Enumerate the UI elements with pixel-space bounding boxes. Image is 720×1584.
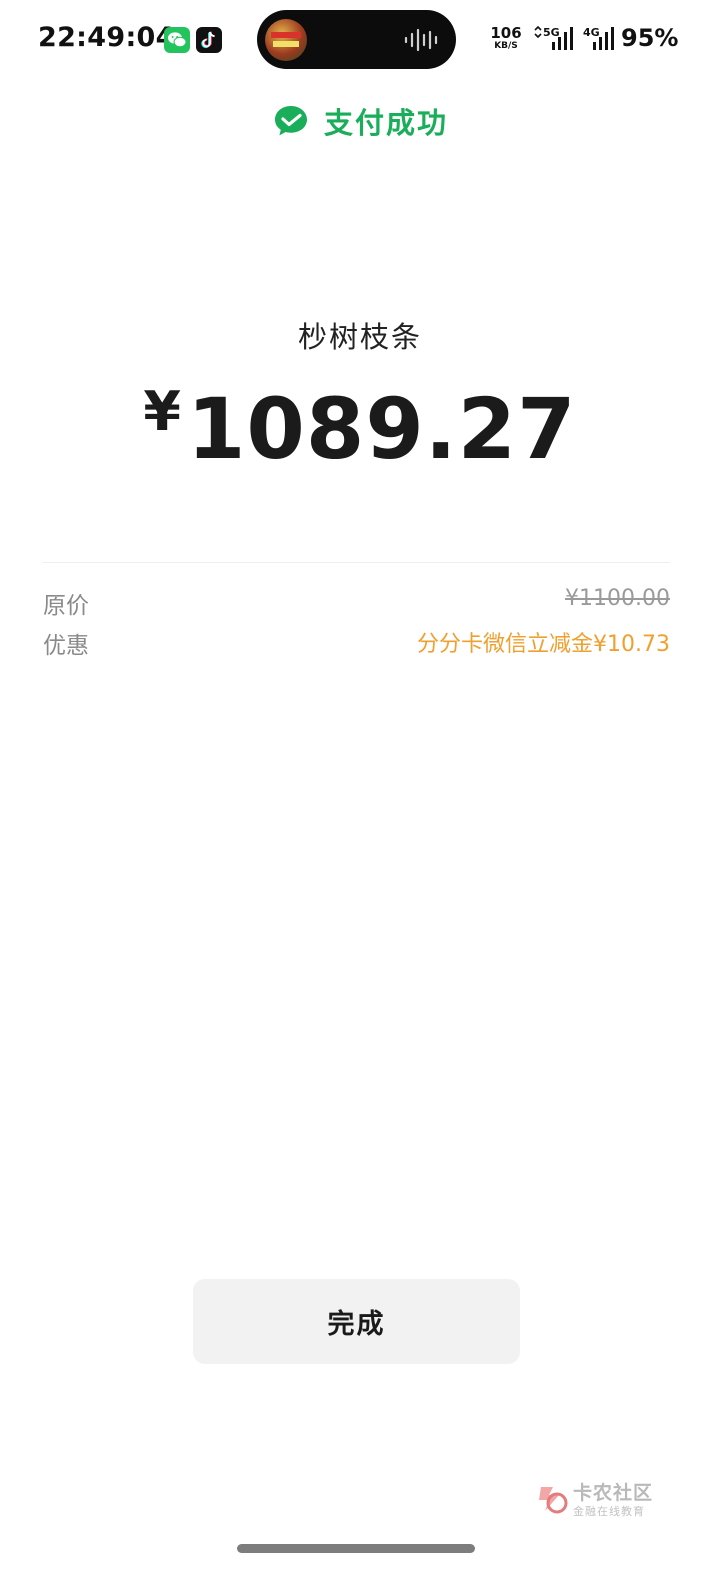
watermark-logo-icon [539,1487,568,1514]
signal-4g-label: 4G [583,26,600,39]
media-thumbnail [265,19,307,61]
currency-symbol: ¥ [143,380,181,443]
battery-level: 95% [621,24,679,52]
wechat-pay-icon [274,106,307,136]
status-bar: 22:49:04 106 KB/S 5G 4G 95% [0,0,720,80]
home-indicator[interactable] [237,1544,475,1553]
original-price-row: 原价 ¥1100.00 [43,586,670,620]
network-speed-unit: KB/S [494,41,518,51]
douyin-icon [196,27,222,53]
payment-amount: ¥1089.27 [0,380,720,478]
audio-wave-icon [404,28,438,52]
merchant-name: 杪树枝条 [297,320,422,354]
watermark-title: 卡农社区 [573,1482,654,1504]
original-price-value: ¥1100.00 [565,586,670,611]
discount-row: 优惠 分分卡微信立减金¥10.73 [43,626,670,660]
discount-label: 优惠 [43,633,89,659]
network-speed-value: 106 [490,24,522,42]
status-time: 22:49:04 [38,22,175,53]
discount-value: 分分卡微信立减金¥10.73 [417,632,670,657]
dynamic-island[interactable] [257,10,456,69]
payment-success-header: 支付成功 [0,100,720,142]
wechat-icon [164,27,190,53]
watermark-subtitle: 金融在线教育 [573,1505,645,1518]
divider [43,562,670,563]
original-price-label: 原价 [43,593,89,619]
watermark: 卡农社区 金融在线教育 [533,1478,663,1522]
page-title: 支付成功 [323,106,448,140]
signal-5g-label: 5G [543,26,560,39]
done-button[interactable]: 完成 [193,1279,520,1364]
signal-icon: 4G [583,26,619,56]
network-speed: 106 KB/S [489,26,523,51]
amount-value: 1089.27 [186,380,577,478]
signal-icon: 5G [533,25,577,56]
